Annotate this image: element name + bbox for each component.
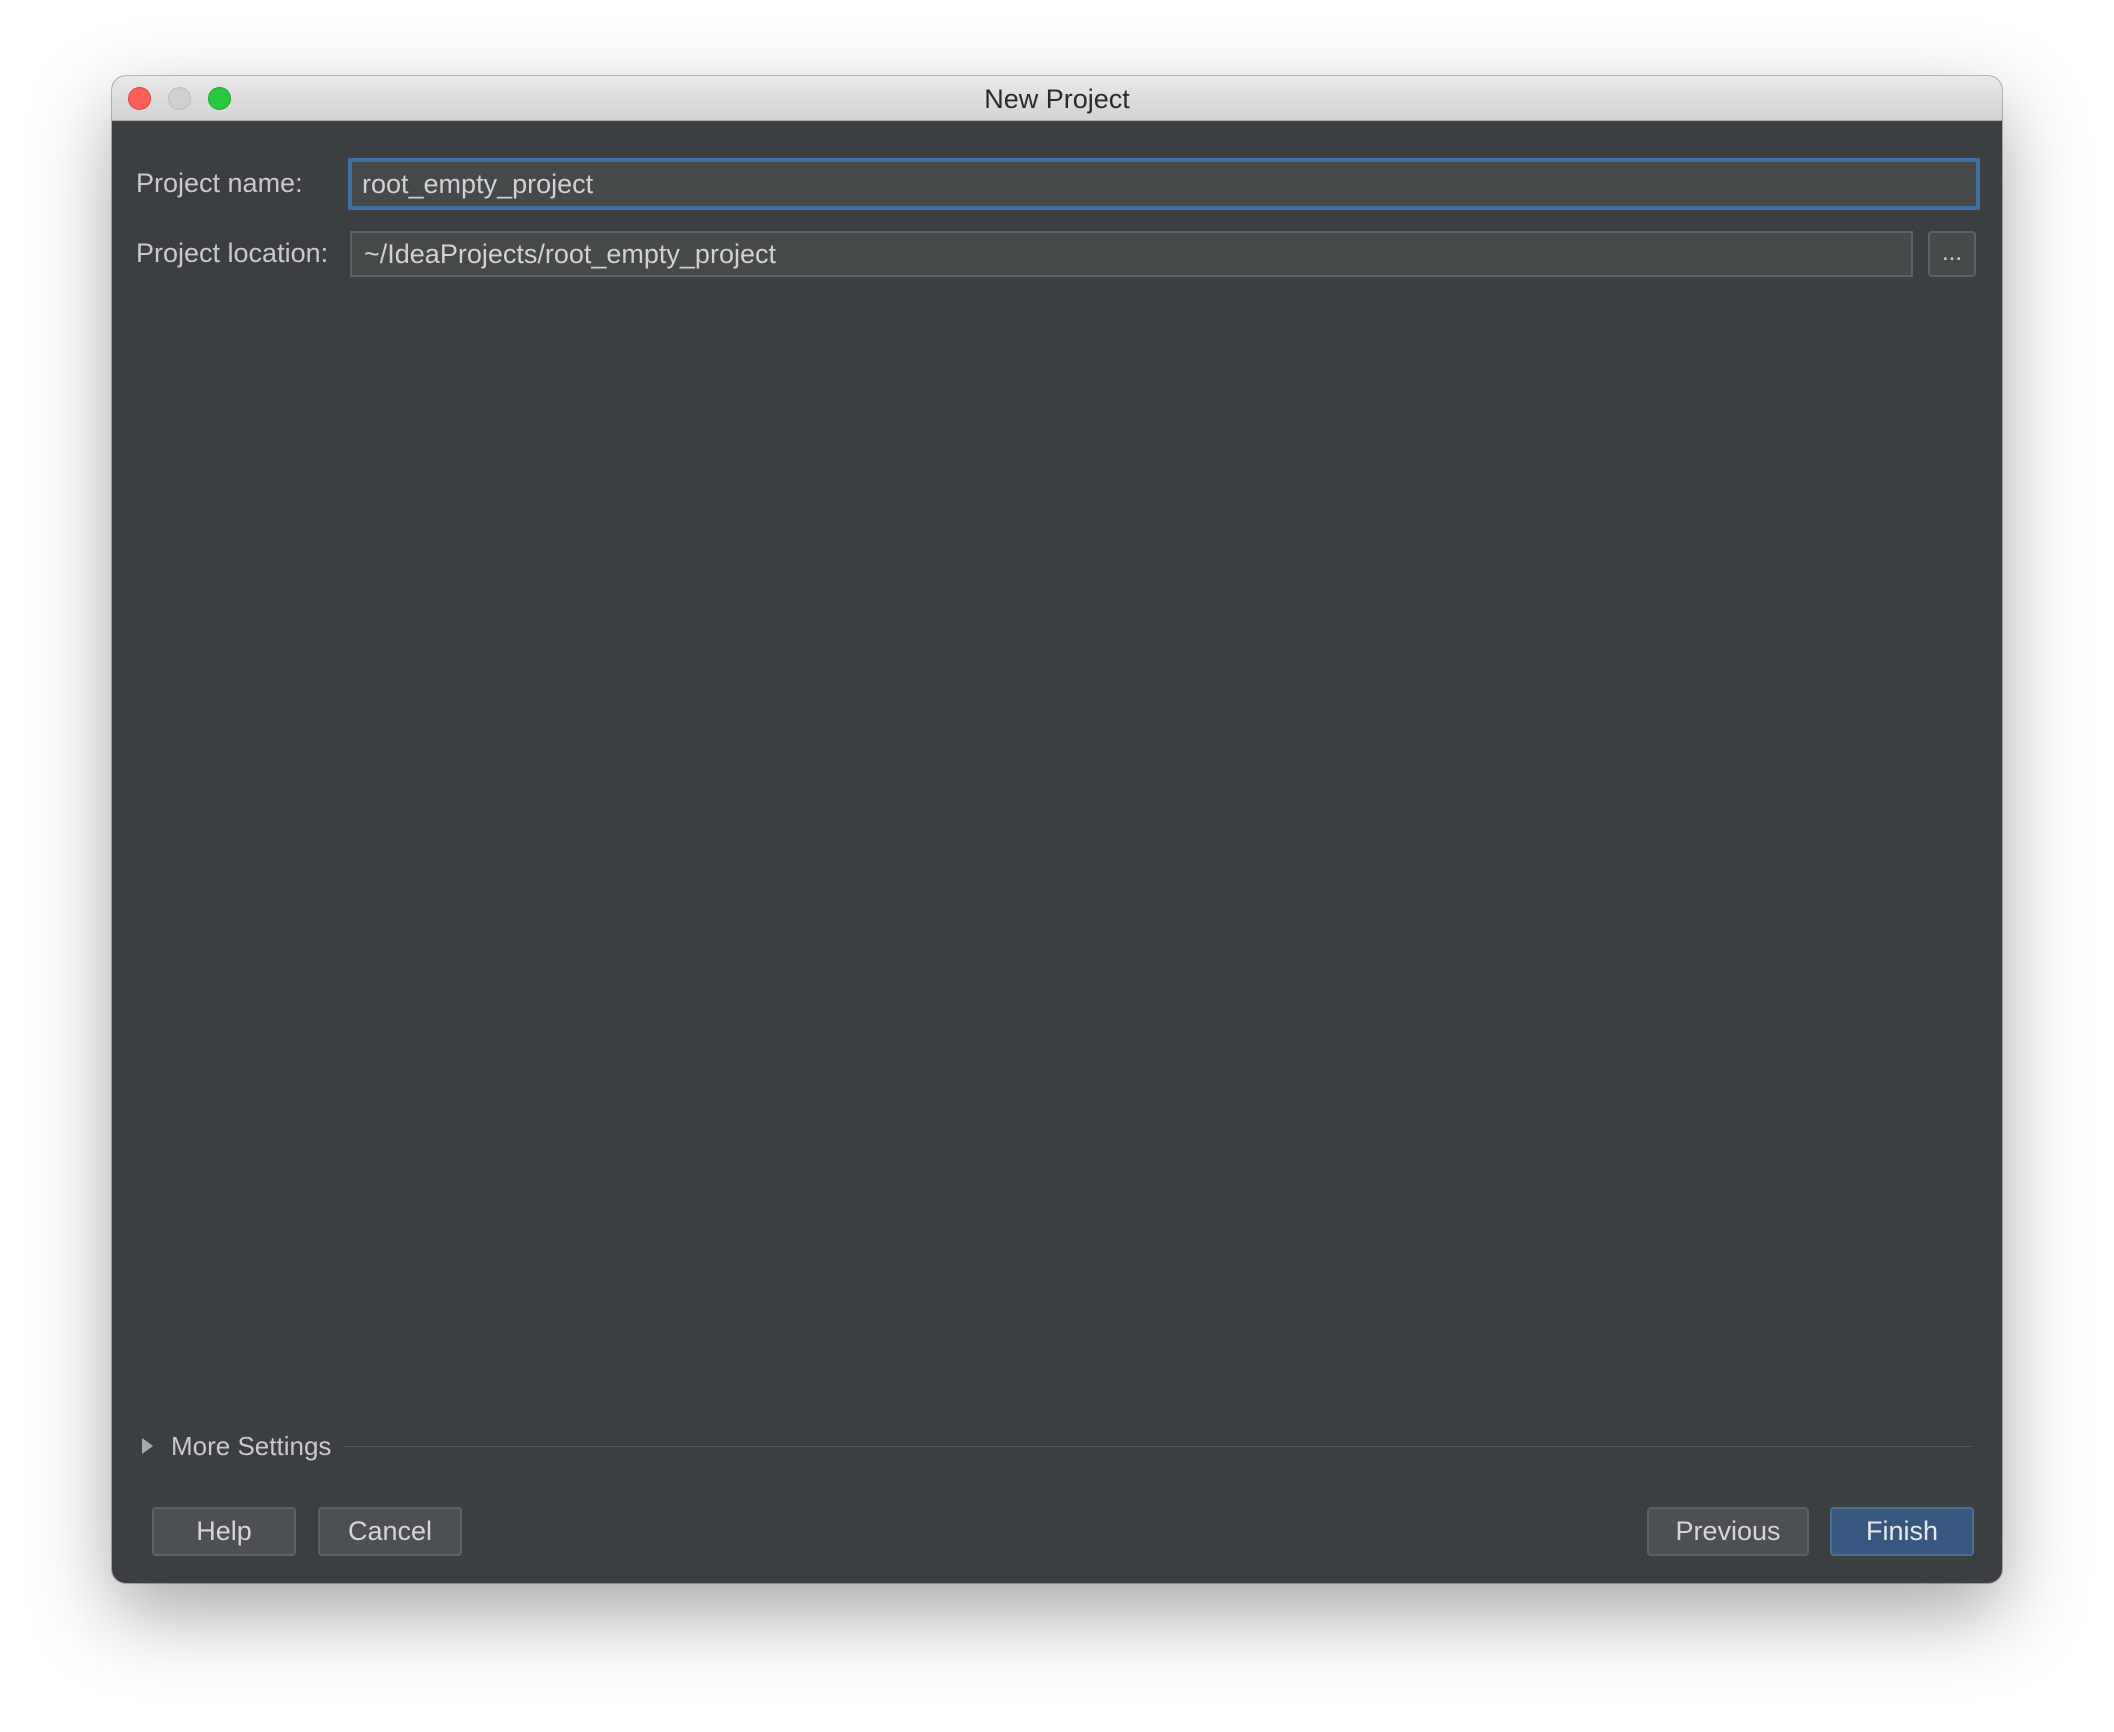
more-settings-label: More Settings bbox=[171, 1430, 332, 1461]
project-name-input[interactable]: root_empty_project bbox=[348, 158, 1980, 210]
browse-location-button[interactable]: ... bbox=[1928, 231, 1976, 277]
more-settings-toggle[interactable]: More Settings bbox=[142, 1429, 331, 1463]
cancel-button[interactable]: Cancel bbox=[318, 1507, 462, 1556]
project-location-label: Project location: bbox=[136, 238, 329, 268]
project-location-value: ~/IdeaProjects/root_empty_project bbox=[364, 238, 776, 269]
project-name-label: Project name: bbox=[136, 168, 303, 198]
project-location-input[interactable]: ~/IdeaProjects/root_empty_project bbox=[350, 231, 1913, 277]
help-button[interactable]: Help bbox=[152, 1507, 296, 1556]
finish-button[interactable]: Finish bbox=[1830, 1507, 1974, 1556]
title-bar[interactable]: New Project bbox=[112, 76, 2002, 121]
more-settings-divider bbox=[344, 1446, 1972, 1447]
disclosure-triangle-icon bbox=[142, 1438, 153, 1454]
window-title: New Project bbox=[984, 84, 1130, 114]
new-project-dialog: New Project Project name: root_empty_pro… bbox=[112, 76, 2002, 1583]
previous-button[interactable]: Previous bbox=[1647, 1507, 1809, 1556]
project-name-value: root_empty_project bbox=[362, 168, 594, 199]
